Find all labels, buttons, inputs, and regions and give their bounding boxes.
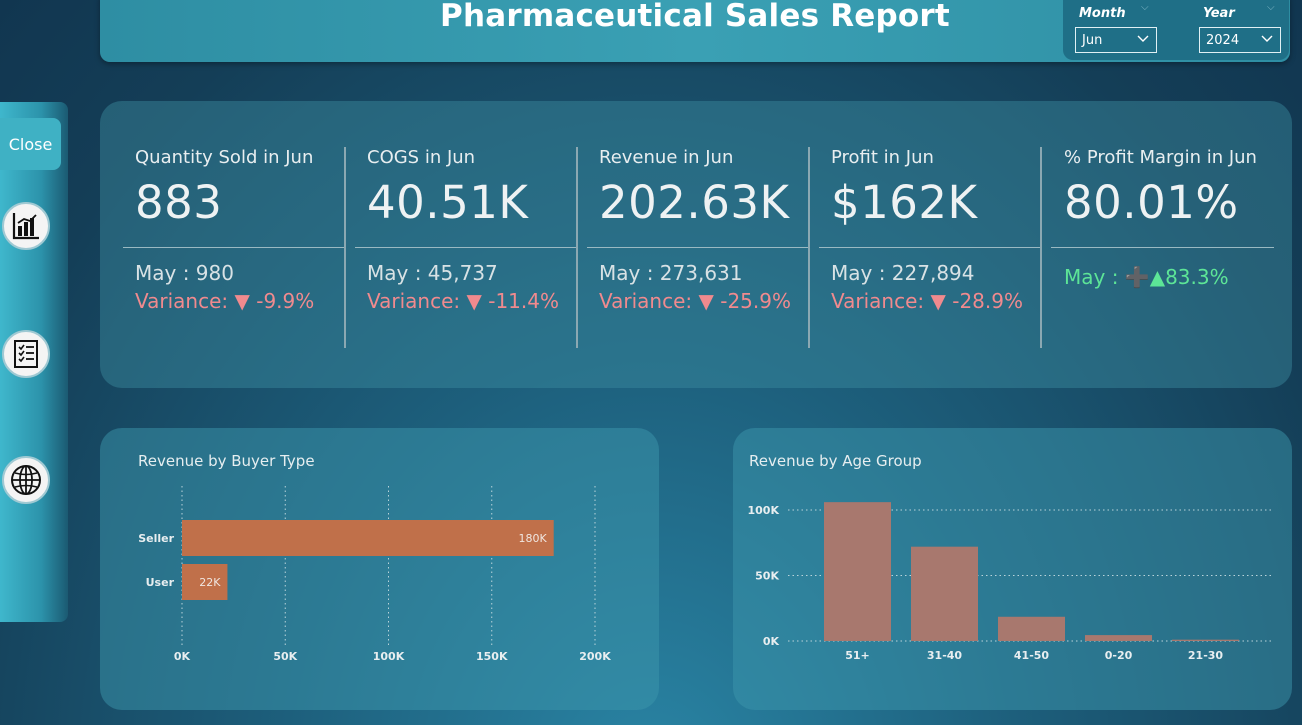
kpi-card-cogs: COGS in Jun 40.51K xyxy=(367,147,587,229)
x-category-label: 21-30 xyxy=(1188,649,1224,662)
x-category-label: 31-40 xyxy=(927,649,963,662)
kpi-value: 80.01% xyxy=(1064,176,1239,229)
kpi-card-revenue: Revenue in Jun 202.63K xyxy=(599,147,819,229)
checklist-icon[interactable] xyxy=(2,330,50,378)
bar xyxy=(182,520,554,556)
kpi-card-profit-margin: % Profit Margin in Jun 80.01% xyxy=(1064,147,1284,229)
data-label: 22K xyxy=(199,576,221,589)
kpi-underline xyxy=(819,247,1041,248)
data-label: 180K xyxy=(518,532,547,545)
kpi-label: Quantity Sold in Jun xyxy=(135,147,314,168)
kpi-panel: Quantity Sold in Jun 883 May : 980 Varia… xyxy=(100,101,1292,388)
bar xyxy=(1172,639,1239,641)
age-group-bar-chart: 0K 50K 100K 51+ 31-40 41-50 0-20 21-30 xyxy=(748,502,1273,662)
kpi-variance: Variance: ▼ -28.9% xyxy=(831,289,1023,313)
month-select[interactable]: Jun xyxy=(1075,27,1157,53)
kpi-underline xyxy=(355,247,577,248)
kpi-variance: Variance: ▼ -25.9% xyxy=(599,289,791,313)
kpi-variance: Variance: ▼ -11.4% xyxy=(367,289,559,313)
month-filter: Month xyxy=(1079,2,1126,21)
x-category-label: 0-20 xyxy=(1105,649,1133,662)
kpi-underline xyxy=(587,247,809,248)
bar xyxy=(1085,635,1152,641)
sidebar: Close xyxy=(0,102,68,622)
y-category-label: Seller xyxy=(138,532,174,545)
x-tick-label: 150K xyxy=(476,650,508,663)
y-category-label: User xyxy=(146,576,175,589)
year-select-value: 2024 xyxy=(1206,33,1240,48)
age-group-chart-panel: Revenue by Age Group 0K 50K 100K 51+ 31-40 41… xyxy=(733,428,1292,710)
chevron-down-icon: ⌵ xyxy=(1141,2,1149,13)
kpi-value: $162K xyxy=(831,176,978,229)
filter-panel: Month ⌵ Jun Year ⌵ 2024 xyxy=(1063,0,1289,60)
x-tick-label: 50K xyxy=(273,650,297,663)
kpi-label: % Profit Margin in Jun xyxy=(1064,147,1257,168)
buyer-type-bar-chart: 0K 50K 100K 150K 200K Seller 180K User 22K xyxy=(138,486,611,663)
year-filter: Year xyxy=(1203,2,1235,21)
kpi-label: Revenue in Jun xyxy=(599,147,734,168)
kpi-label: COGS in Jun xyxy=(367,147,476,168)
x-tick-label: 100K xyxy=(373,650,405,663)
kpi-card-profit: Profit in Jun $162K xyxy=(831,147,1051,229)
kpi-label: Profit in Jun xyxy=(831,147,934,168)
kpi-previous: May : 227,894 xyxy=(831,261,975,285)
bar xyxy=(824,502,891,641)
y-tick-label: 50K xyxy=(755,570,779,583)
kpi-previous-variance: May : ➕▲83.3% xyxy=(1064,265,1229,289)
kpi-previous: May : 273,631 xyxy=(599,261,743,285)
year-filter-label: Year xyxy=(1203,6,1235,21)
kpi-variance: Variance: ▼ -9.9% xyxy=(135,289,315,313)
year-select[interactable]: 2024 xyxy=(1199,27,1281,53)
kpi-value: 883 xyxy=(135,176,223,229)
buyer-type-chart-panel: Revenue by Buyer Type 0K 50K 100K 150K 200K S… xyxy=(100,428,659,710)
x-tick-label: 200K xyxy=(579,650,611,663)
kpi-previous: May : 980 xyxy=(135,261,234,285)
kpi-value: 202.63K xyxy=(599,176,790,229)
kpi-underline xyxy=(1051,247,1274,248)
kpi-underline xyxy=(123,247,345,248)
x-category-label: 41-50 xyxy=(1014,649,1050,662)
chevron-down-icon xyxy=(1260,31,1274,49)
kpi-value: 40.51K xyxy=(367,176,529,229)
chevron-down-icon: ⌵ xyxy=(1267,2,1275,13)
y-tick-label: 100K xyxy=(748,504,780,517)
bar xyxy=(998,616,1065,641)
kpi-divider xyxy=(576,147,578,348)
y-tick-label: 0K xyxy=(763,635,780,648)
close-button[interactable]: Close xyxy=(0,118,61,170)
bar xyxy=(911,546,978,641)
month-select-value: Jun xyxy=(1082,33,1103,48)
x-category-label: 51+ xyxy=(845,649,870,662)
month-filter-label: Month xyxy=(1079,6,1126,21)
bar-chart-icon[interactable] xyxy=(2,202,50,250)
kpi-divider xyxy=(344,147,346,348)
kpi-divider xyxy=(1040,147,1042,348)
globe-icon[interactable] xyxy=(2,456,50,504)
x-tick-label: 0K xyxy=(174,650,191,663)
kpi-divider xyxy=(808,147,810,348)
chevron-down-icon xyxy=(1136,31,1150,49)
kpi-card-quantity: Quantity Sold in Jun 883 xyxy=(135,147,355,229)
kpi-previous: May : 45,737 xyxy=(367,261,498,285)
